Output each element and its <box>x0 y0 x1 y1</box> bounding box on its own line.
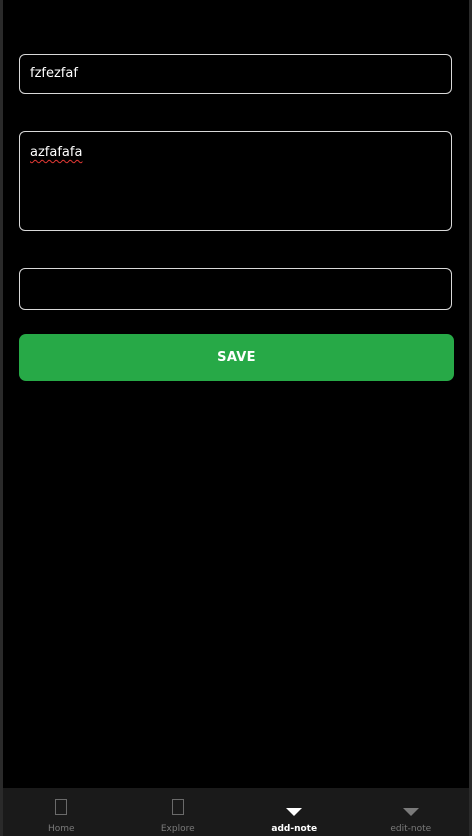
tab-edit-note-label: edit-note <box>390 824 432 834</box>
bottom-tab-bar: Home Explore add-note edit-note <box>3 788 469 836</box>
square-icon <box>171 799 184 815</box>
body-textarea-value: azfafafa <box>30 145 83 160</box>
title-input[interactable]: fzfezfaf <box>19 54 452 94</box>
body-textarea[interactable]: azfafafa <box>19 131 452 231</box>
tab-home-label: Home <box>47 824 75 834</box>
extra-input[interactable] <box>19 268 452 310</box>
title-input-value: fzfezfaf <box>30 66 78 81</box>
save-button-label: SAVE <box>217 350 256 365</box>
tab-add-note-label: add-note <box>271 824 318 834</box>
tab-edit-note[interactable]: edit-note <box>353 788 470 836</box>
app-screen: fzfezfaf azfafafa SAVE Home Explore add-… <box>3 0 469 836</box>
tab-explore[interactable]: Explore <box>120 788 237 836</box>
tab-add-note[interactable]: add-note <box>236 788 353 836</box>
square-icon <box>55 799 68 815</box>
tab-explore-label: Explore <box>160 824 195 834</box>
triangle-down-icon <box>402 808 419 816</box>
triangle-down-icon <box>286 808 303 816</box>
save-button[interactable]: SAVE <box>19 334 454 381</box>
tab-home[interactable]: Home <box>3 788 120 836</box>
